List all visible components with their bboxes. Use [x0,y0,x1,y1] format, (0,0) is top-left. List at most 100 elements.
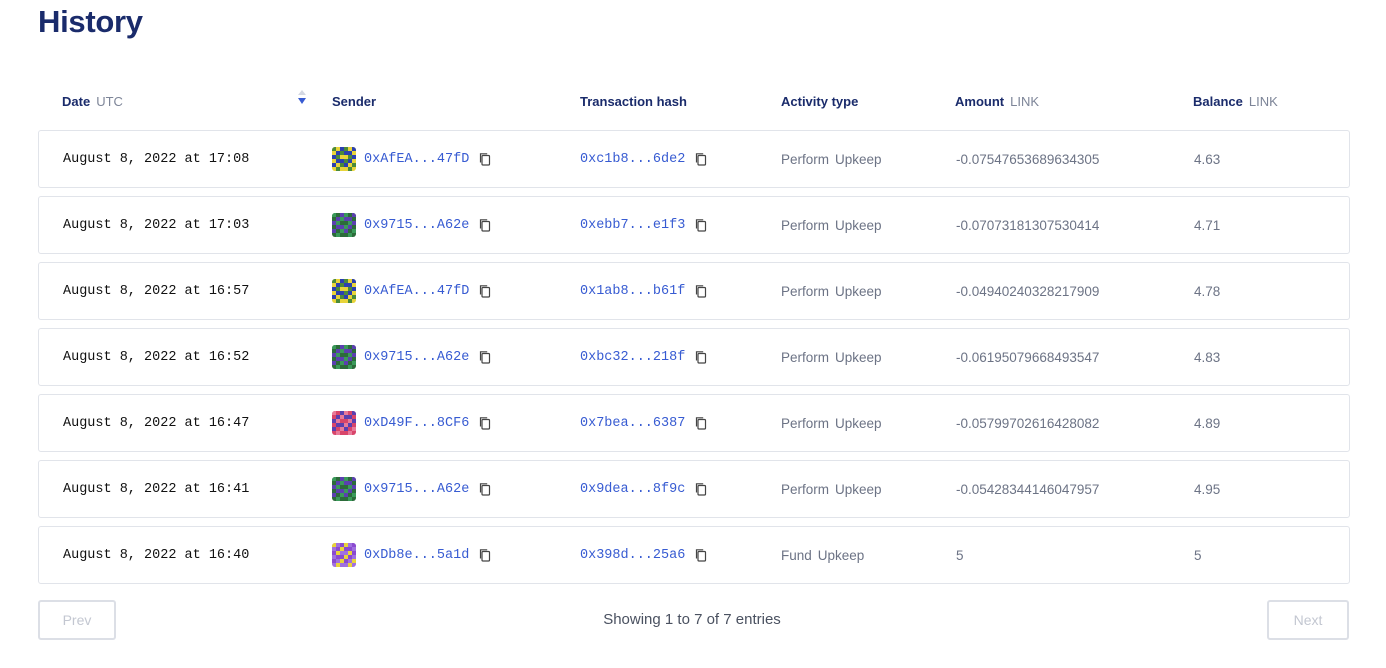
copy-icon[interactable] [478,482,492,496]
date-cell: August 8, 2022 at 16:47 [63,415,250,431]
activity-type-object: Upkeep [835,283,882,299]
date-cell: August 8, 2022 at 16:41 [63,481,250,497]
column-header-activity-type: Activity type [781,94,858,109]
balance-cell: 4.63 [1194,151,1221,167]
sender-address-link[interactable]: 0xAfEA...47fD [364,284,469,299]
amount-cell: 5 [956,547,964,563]
amount-cell: -0.05428344146047957 [956,481,1100,497]
sort-descending-icon[interactable] [298,90,306,104]
hash-cell: 0x9dea...8f9c [580,461,708,517]
column-label-hash: Transaction hash [580,94,687,109]
activity-type-action: Perform [781,415,830,431]
copy-icon[interactable] [694,284,708,298]
sender-address-link[interactable]: 0xDb8e...5a1d [364,548,469,563]
column-label-balance: Balance [1193,94,1243,109]
next-button[interactable]: Next [1267,600,1349,640]
hash-cell: 0x398d...25a6 [580,527,708,583]
column-unit-balance: LINK [1248,94,1278,109]
activity-type-object: Upkeep [835,481,882,497]
transaction-hash-link[interactable]: 0xebb7...e1f3 [580,218,685,233]
date-cell: August 8, 2022 at 16:40 [63,547,250,563]
table-row: August 8, 2022 at 16:52 0x9715...A62e 0x… [38,328,1350,386]
column-header-amount: Amount LINK [955,94,1039,109]
copy-icon[interactable] [478,416,492,430]
activity-type-action: Fund [781,547,812,563]
identicon-avatar [332,213,356,237]
table-row: August 8, 2022 at 16:41 0x9715...A62e 0x… [38,460,1350,518]
activity-type-object: Upkeep [817,547,865,563]
hash-cell: 0x7bea...6387 [580,395,708,451]
activity-type-action: Perform [781,217,830,233]
hash-cell: 0xebb7...e1f3 [580,197,708,253]
copy-icon[interactable] [694,482,708,496]
copy-icon[interactable] [478,152,492,166]
transaction-hash-link[interactable]: 0x9dea...8f9c [580,482,685,497]
balance-cell: 4.83 [1194,349,1221,365]
copy-icon[interactable] [478,218,492,232]
sender-address-link[interactable]: 0x9715...A62e [364,482,469,497]
copy-icon[interactable] [694,548,708,562]
activity-type-cell: Perform Upkeep [781,131,882,187]
column-header-balance: Balance LINK [1193,94,1278,109]
sender-cell: 0x9715...A62e [332,197,492,253]
transaction-hash-link[interactable]: 0xc1b8...6de2 [580,152,685,167]
table-header: Date UTC Sender Transaction hash Activity… [38,88,1350,116]
column-label-amount: Amount [955,94,1005,109]
sender-cell: 0xAfEA...47fD [332,263,492,319]
copy-icon[interactable] [478,548,492,562]
activity-type-action: Perform [781,349,830,365]
balance-cell: 4.89 [1194,415,1221,431]
amount-cell: -0.04940240328217909 [956,283,1100,299]
activity-type-object: Upkeep [835,415,882,431]
sender-address-link[interactable]: 0x9715...A62e [364,350,469,365]
copy-icon[interactable] [694,152,708,166]
hash-cell: 0x1ab8...b61f [580,263,708,319]
table-row: August 8, 2022 at 17:03 0x9715...A62e 0x… [38,196,1350,254]
copy-icon[interactable] [694,416,708,430]
activity-type-cell: Perform Upkeep [781,395,882,451]
copy-icon[interactable] [694,218,708,232]
pagination: Prev Showing 1 to 7 of 7 entries Next [38,600,1350,640]
transaction-hash-link[interactable]: 0xbc32...218f [580,350,685,365]
activity-type-object: Upkeep [835,349,882,365]
balance-cell: 5 [1194,547,1202,563]
transaction-hash-link[interactable]: 0x398d...25a6 [580,548,685,563]
amount-cell: -0.07073181307530414 [956,217,1100,233]
sender-cell: 0xAfEA...47fD [332,131,492,187]
identicon-avatar [332,147,356,171]
table-row: August 8, 2022 at 17:08 0xAfEA...47fD 0x… [38,130,1350,188]
copy-icon[interactable] [694,350,708,364]
activity-type-cell: Perform Upkeep [781,197,882,253]
table-row: August 8, 2022 at 16:57 0xAfEA...47fD 0x… [38,262,1350,320]
amount-cell: -0.06195079668493547 [956,349,1100,365]
activity-type-action: Perform [781,151,830,167]
sender-cell: 0xDb8e...5a1d [332,527,492,583]
balance-cell: 4.95 [1194,481,1221,497]
activity-type-cell: Perform Upkeep [781,263,882,319]
balance-cell: 4.71 [1194,217,1221,233]
copy-icon[interactable] [478,284,492,298]
hash-cell: 0xc1b8...6de2 [580,131,708,187]
column-header-date[interactable]: Date UTC [62,94,123,109]
column-header-hash: Transaction hash [580,94,687,109]
hash-cell: 0xbc32...218f [580,329,708,385]
column-unit-amount: LINK [1010,94,1040,109]
column-header-sender: Sender [332,94,376,109]
table-row: August 8, 2022 at 16:47 0xD49F...8CF6 0x… [38,394,1350,452]
activity-type-object: Upkeep [835,151,882,167]
date-cell: August 8, 2022 at 16:52 [63,349,250,365]
transaction-hash-link[interactable]: 0x1ab8...b61f [580,284,685,299]
activity-type-object: Upkeep [835,217,882,233]
date-cell: August 8, 2022 at 17:08 [63,151,250,167]
amount-cell: -0.05799702616428082 [956,415,1100,431]
activity-type-cell: Perform Upkeep [781,461,882,517]
column-label-sender: Sender [332,94,377,109]
sender-address-link[interactable]: 0xD49F...8CF6 [364,416,469,431]
column-unit-date: UTC [96,94,123,109]
transaction-hash-link[interactable]: 0x7bea...6387 [580,416,685,431]
identicon-avatar [332,543,356,567]
sender-address-link[interactable]: 0x9715...A62e [364,218,469,233]
sender-address-link[interactable]: 0xAfEA...47fD [364,152,469,167]
table-row: August 8, 2022 at 16:40 0xDb8e...5a1d 0x… [38,526,1350,584]
copy-icon[interactable] [478,350,492,364]
